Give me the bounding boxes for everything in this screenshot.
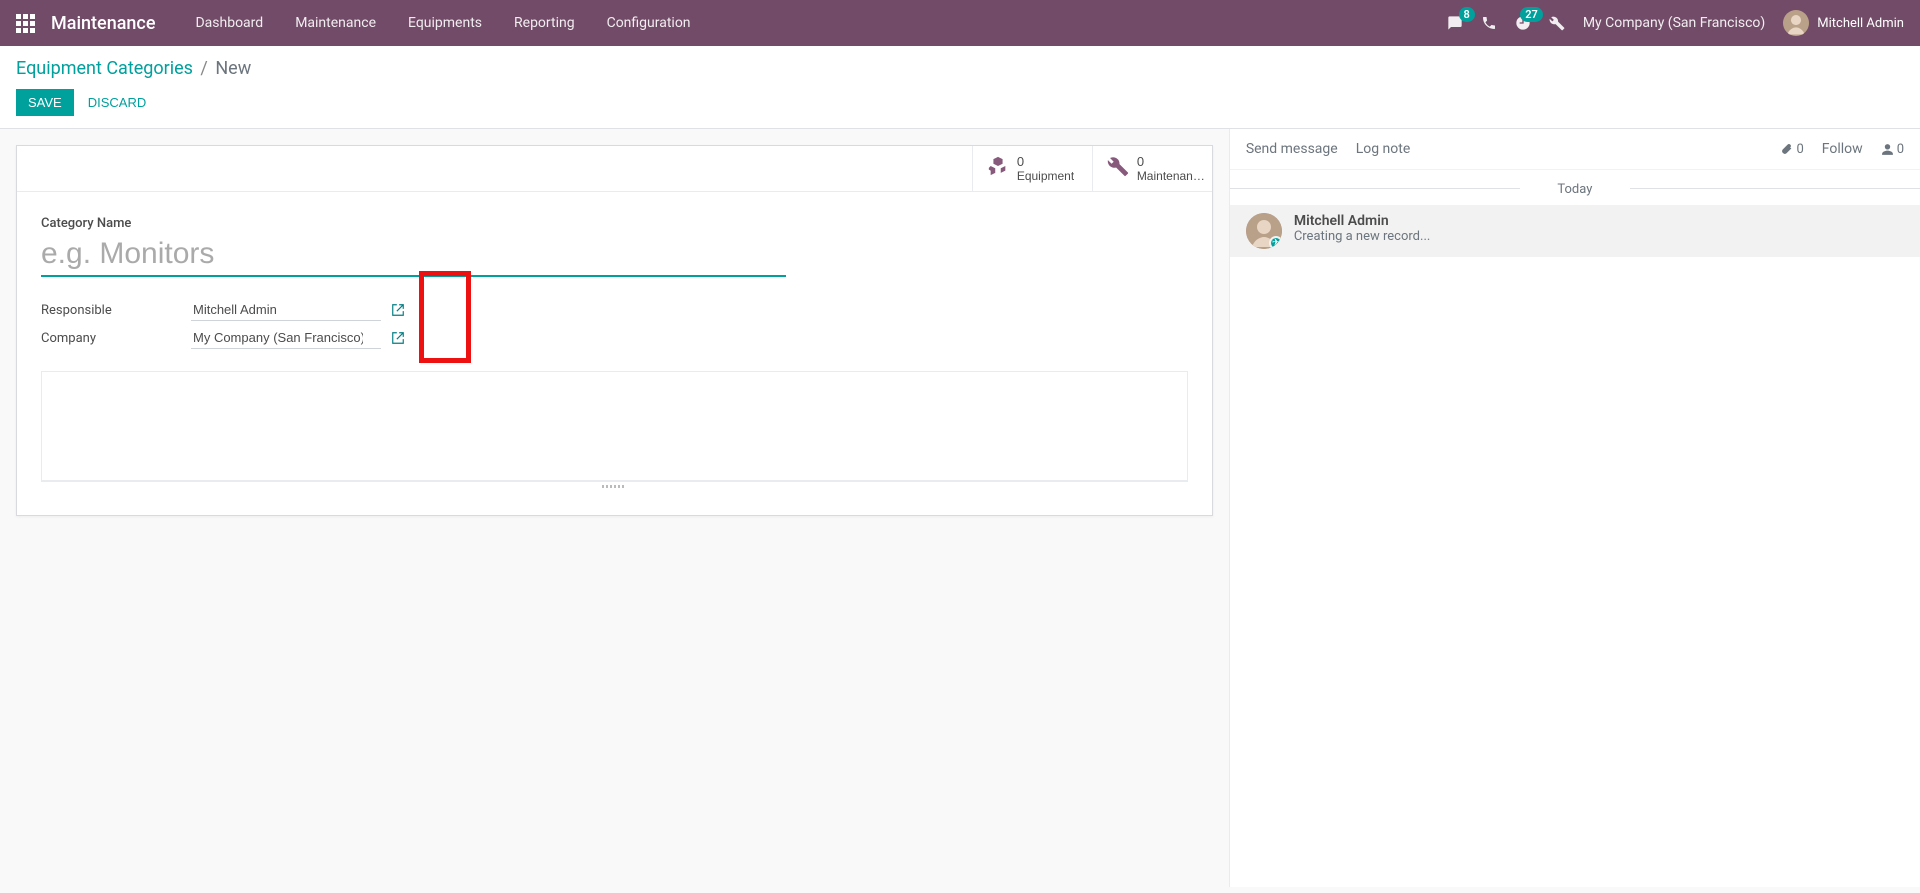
nav-equipments[interactable]: Equipments xyxy=(392,0,498,46)
activity-badge: 27 xyxy=(1520,7,1543,22)
save-button[interactable]: SAVE xyxy=(16,89,74,116)
status-away-icon: ✈ xyxy=(1269,236,1282,249)
category-name-label: Category Name xyxy=(41,216,1188,231)
stat-equipment-button[interactable]: 0 Equipment xyxy=(972,146,1092,191)
navbar: Maintenance Dashboard Maintenance Equipm… xyxy=(0,0,1920,46)
responsible-input[interactable] xyxy=(191,299,381,321)
stat-maintenance-count: 0 xyxy=(1137,154,1205,169)
discard-button[interactable]: DISCARD xyxy=(78,89,157,116)
phone-icon[interactable] xyxy=(1481,15,1497,31)
send-message-button[interactable]: Send message xyxy=(1246,141,1338,157)
category-name-input[interactable] xyxy=(41,235,786,277)
nav-menu: Dashboard Maintenance Equipments Reporti… xyxy=(179,0,706,46)
stat-maintenance-label: Maintenan… xyxy=(1137,169,1205,183)
stat-equipment-label: Equipment xyxy=(1017,169,1074,183)
stat-buttons: 0 Equipment 0 Maintenan… xyxy=(17,146,1212,192)
external-link-icon[interactable] xyxy=(391,331,405,345)
stat-equipment-count: 0 xyxy=(1017,154,1074,169)
responsible-row: Responsible xyxy=(41,299,1188,321)
log-note-button[interactable]: Log note xyxy=(1356,141,1411,157)
company-input[interactable] xyxy=(191,327,381,349)
nav-maintenance[interactable]: Maintenance xyxy=(279,0,392,46)
notes-resize-handle[interactable] xyxy=(41,481,1188,491)
attachments-count: 0 xyxy=(1796,142,1803,157)
form-pane: 0 Equipment 0 Maintenan… Category Name xyxy=(0,129,1229,887)
user-avatar-icon xyxy=(1783,10,1809,36)
followers-button[interactable]: 0 xyxy=(1881,142,1904,157)
discuss-badge: 8 xyxy=(1459,7,1475,22)
breadcrumb: Equipment Categories / New xyxy=(16,58,1904,79)
form-sheet: 0 Equipment 0 Maintenan… Category Name xyxy=(16,145,1213,516)
sheet-body: Category Name Responsible Company xyxy=(17,192,1212,491)
apps-icon[interactable] xyxy=(16,14,35,33)
message-body: Creating a new record... xyxy=(1294,229,1431,244)
message-avatar-icon: ✈ xyxy=(1246,213,1282,249)
chatter-topbar: Send message Log note 0 Follow 0 xyxy=(1230,129,1920,170)
chatter: Send message Log note 0 Follow 0 Today ✈… xyxy=(1229,129,1920,887)
stat-maintenance-button[interactable]: 0 Maintenan… xyxy=(1092,146,1212,191)
wrench-icon xyxy=(1107,155,1129,183)
attachments-button[interactable]: 0 xyxy=(1780,142,1803,157)
app-brand[interactable]: Maintenance xyxy=(51,13,155,34)
breadcrumb-parent[interactable]: Equipment Categories xyxy=(16,58,193,79)
main: 0 Equipment 0 Maintenan… Category Name xyxy=(0,128,1920,887)
nav-configuration[interactable]: Configuration xyxy=(591,0,707,46)
control-panel: Equipment Categories / New SAVE DISCARD xyxy=(0,46,1920,128)
external-link-icon[interactable] xyxy=(391,303,405,317)
nav-reporting[interactable]: Reporting xyxy=(498,0,591,46)
nav-dashboard[interactable]: Dashboard xyxy=(179,0,279,46)
message-author: Mitchell Admin xyxy=(1294,213,1431,229)
company-label: Company xyxy=(41,331,191,346)
chatter-date-separator: Today xyxy=(1230,170,1920,205)
cubes-icon xyxy=(987,155,1009,183)
user-name: Mitchell Admin xyxy=(1817,16,1904,31)
user-menu[interactable]: Mitchell Admin xyxy=(1783,10,1904,36)
followers-count: 0 xyxy=(1897,142,1904,157)
breadcrumb-sep: / xyxy=(200,58,207,79)
debug-icon[interactable] xyxy=(1549,15,1565,31)
breadcrumb-current: New xyxy=(215,58,251,79)
responsible-label: Responsible xyxy=(41,303,191,318)
cp-buttons: SAVE DISCARD xyxy=(16,89,1904,116)
nav-left: Maintenance Dashboard Maintenance Equipm… xyxy=(16,0,707,46)
company-switcher[interactable]: My Company (San Francisco) xyxy=(1583,15,1765,31)
chatter-message: ✈ Mitchell Admin Creating a new record..… xyxy=(1230,205,1920,257)
company-row: Company xyxy=(41,327,1188,349)
form-table: Responsible Company xyxy=(41,299,1188,349)
notes-field[interactable] xyxy=(41,371,1188,481)
activity-icon[interactable]: 27 xyxy=(1515,15,1531,31)
discuss-icon[interactable]: 8 xyxy=(1447,15,1463,31)
nav-right: 8 27 My Company (San Francisco) Mitchell… xyxy=(1447,10,1904,36)
follow-button[interactable]: Follow xyxy=(1822,141,1863,157)
